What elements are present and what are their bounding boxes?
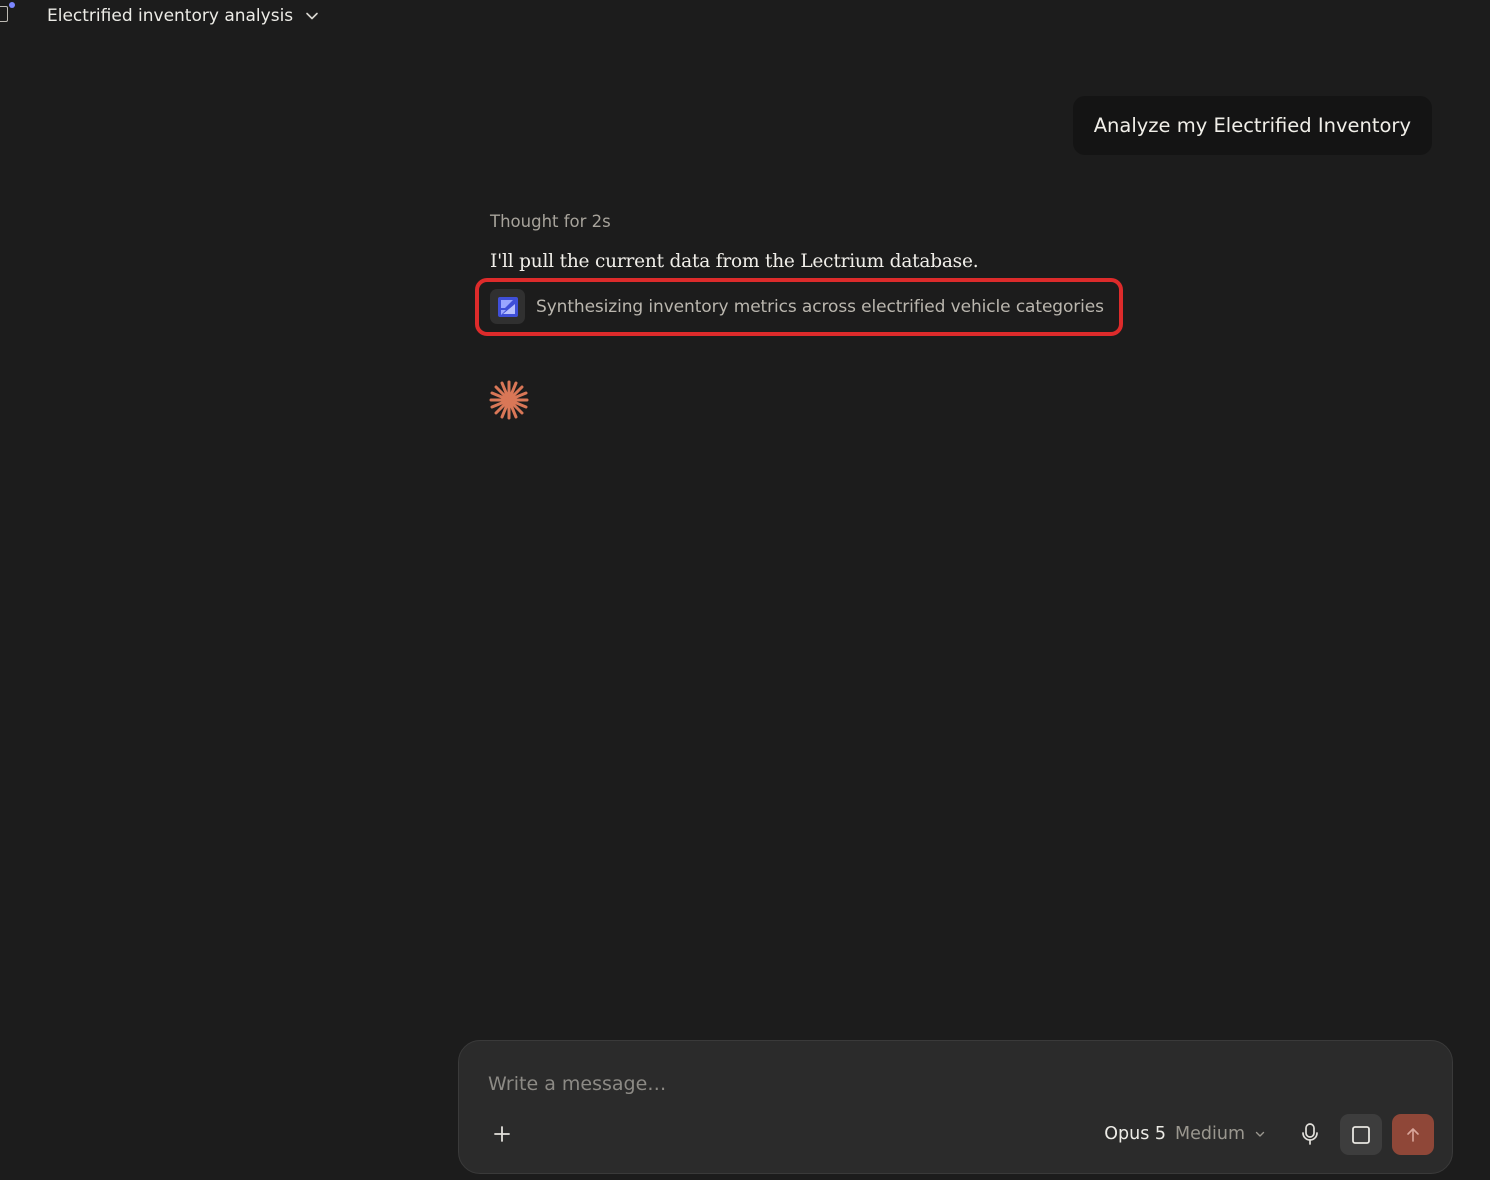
stop-button[interactable] [1340,1114,1382,1155]
voice-input-button[interactable] [1297,1121,1323,1147]
notification-dot [9,2,15,8]
sidebar-icon[interactable] [0,6,8,22]
spark-icon [489,380,529,420]
model-name: Opus 5 [1104,1124,1167,1144]
plus-icon [494,1126,510,1142]
chevron-down-icon [1255,1131,1265,1137]
thought-toggle[interactable]: Thought for 2s [490,212,611,231]
user-message-text: Analyze my Electrified Inventory [1093,114,1411,137]
add-attachment-button[interactable] [489,1121,515,1147]
chevron-down-icon [306,12,318,20]
arrow-up-icon [1407,1127,1419,1142]
effort-level: Medium [1175,1124,1245,1144]
conversation-title: Electrified inventory analysis [47,6,294,26]
message-input[interactable] [486,1069,1390,1099]
message-composer: Opus 5 Medium [458,1040,1453,1174]
stop-icon [1352,1125,1370,1144]
user-message: Analyze my Electrified Inventory [1072,96,1432,155]
send-button[interactable] [1392,1114,1434,1155]
model-selector[interactable]: Opus 5 Medium [1104,1121,1266,1147]
microphone-icon [1302,1123,1318,1145]
conversation-title-menu[interactable]: Electrified inventory analysis [47,6,319,26]
chat-page: Electrified inventory analysis Analyze m… [0,0,1490,1180]
assistant-message-text: I'll pull the current data from the Lect… [490,251,979,272]
highlight-box [475,278,1123,336]
